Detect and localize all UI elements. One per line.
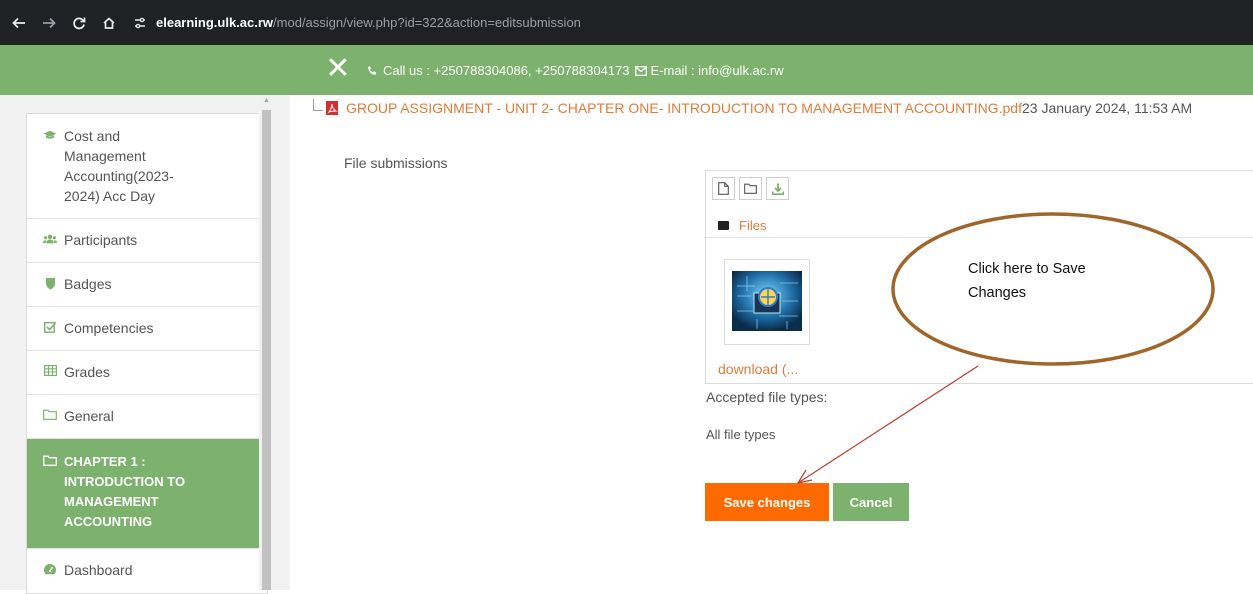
download-all-button[interactable] xyxy=(766,177,789,200)
sidebar-item-label: Badges xyxy=(64,276,112,292)
file-icon xyxy=(718,182,729,195)
site-header: ✕ Call us : +250788304086, +250788304173… xyxy=(0,45,1253,95)
address-bar[interactable]: elearning.ulk.ac.rw/mod/assign/view.php?… xyxy=(132,15,581,31)
thumbnail-filename[interactable]: download (... xyxy=(718,361,798,377)
chip-image xyxy=(732,271,802,331)
sidebar-item-participants[interactable]: Participants xyxy=(27,219,267,263)
sidebar-item-grades[interactable]: Grades xyxy=(27,351,267,395)
checkbox-icon xyxy=(43,321,57,333)
scroll-up-icon[interactable]: ▲ xyxy=(262,97,271,105)
file-manager-toolbar xyxy=(712,177,789,200)
sidebar-item-label: Grades xyxy=(64,364,110,380)
scrollbar-thumb[interactable] xyxy=(262,110,271,590)
sidebar-item-label: General xyxy=(64,408,114,424)
close-icon[interactable]: ✕ xyxy=(325,54,351,84)
create-folder-button[interactable] xyxy=(739,177,762,200)
table-icon xyxy=(43,365,57,376)
pdf-icon xyxy=(326,101,338,115)
all-file-types-text: All file types xyxy=(706,427,776,442)
cancel-button[interactable]: Cancel xyxy=(833,483,909,521)
tree-connector xyxy=(313,99,323,111)
download-icon xyxy=(771,183,784,195)
browser-toolbar: elearning.ulk.ac.rw/mod/assign/view.php?… xyxy=(0,0,1253,45)
sidebar-item-dashboard[interactable]: Dashboard xyxy=(27,549,267,593)
sidebar-item-badges[interactable]: Badges xyxy=(27,263,267,307)
sidebar-item-competencies[interactable]: Competencies xyxy=(27,307,267,351)
mail-icon xyxy=(634,65,647,76)
add-file-button[interactable] xyxy=(712,177,735,200)
reload-icon[interactable] xyxy=(68,12,90,34)
forward-arrow-icon[interactable] xyxy=(38,12,60,34)
files-folder-link[interactable]: Files xyxy=(739,218,766,233)
file-submissions-label: File submissions xyxy=(344,155,448,171)
graduation-cap-icon xyxy=(43,129,57,141)
phone-icon xyxy=(368,65,377,75)
sidebar-item-label: Dashboard xyxy=(64,562,133,578)
url-host: elearning.ulk.ac.rw xyxy=(156,15,274,30)
email-text: E-mail : info@ulk.ac.rw xyxy=(650,63,784,78)
folder-icon xyxy=(718,221,729,230)
file-manager-path: Files xyxy=(706,214,1253,238)
sidebar-item-label: Competencies xyxy=(64,320,154,336)
sidebar-item-general[interactable]: General xyxy=(27,395,267,439)
folder-icon xyxy=(43,455,57,466)
dashboard-icon xyxy=(43,563,57,575)
sidebar-item-label: Participants xyxy=(64,232,138,248)
file-thumbnail[interactable] xyxy=(724,259,810,345)
sidebar-item-label: CHAPTER 1 : INTRODUCTION TO MANAGEMENT A… xyxy=(64,454,186,529)
submitted-file-link[interactable]: GROUP ASSIGNMENT - UNIT 2- CHAPTER ONE- … xyxy=(346,100,1022,116)
contact-info: Call us : +250788304086, +250788304173 E… xyxy=(367,63,784,78)
submitted-file-row: GROUP ASSIGNMENT - UNIT 2- CHAPTER ONE- … xyxy=(313,99,1193,116)
callout-arrowhead xyxy=(797,469,813,484)
sidebar-item-course[interactable]: Cost and Management Accounting(2023-2024… xyxy=(27,114,267,219)
back-arrow-icon[interactable] xyxy=(8,12,30,34)
sidebar-item-label: Cost and Management Accounting(2023-2024… xyxy=(64,128,174,204)
sidebar-item-chapter-1[interactable]: CHAPTER 1 : INTRODUCTION TO MANAGEMENT A… xyxy=(27,439,267,549)
sidebar-nav: Cost and Management Accounting(2023-2024… xyxy=(26,113,268,594)
accepted-file-types-label: Accepted file types: xyxy=(706,389,828,405)
site-settings-icon[interactable] xyxy=(132,15,148,31)
users-icon xyxy=(43,233,57,245)
folder-icon xyxy=(43,409,57,420)
url-path: /mod/assign/view.php?id=322&action=edits… xyxy=(273,15,581,30)
annotation-text: Click here to Save Changes xyxy=(968,261,1086,301)
file-date: 23 January 2024, 11:53 AM xyxy=(1021,100,1193,116)
save-changes-button[interactable]: Save changes xyxy=(705,483,829,521)
shield-icon xyxy=(43,277,57,290)
call-text: Call us : +250788304086, +250788304173 xyxy=(383,63,630,78)
folder-icon xyxy=(744,183,757,194)
home-icon[interactable] xyxy=(98,12,120,34)
